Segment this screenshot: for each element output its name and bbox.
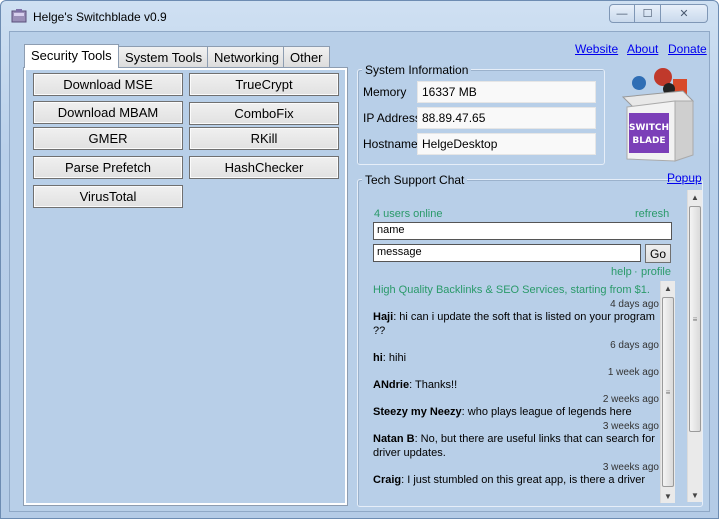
chat-message: 6 days ago hi: hihi xyxy=(373,340,659,365)
message-time: 6 days ago xyxy=(610,340,659,351)
title-bar[interactable]: Helge's Switchblade v0.9 — ☐ ✕ xyxy=(1,1,718,31)
link-separator: · xyxy=(634,266,638,278)
message-time: 1 week ago xyxy=(607,367,659,378)
hashchecker-button[interactable]: HashChecker xyxy=(189,156,339,179)
messages-scrollbar[interactable]: ▲ ≡ ▼ xyxy=(660,281,675,503)
scroll-down-icon[interactable]: ▼ xyxy=(661,489,675,503)
tab-label: Other xyxy=(290,50,323,65)
tab-other[interactable]: Other xyxy=(283,46,330,67)
rkill-button[interactable]: RKill xyxy=(189,127,339,150)
chat-message: 4 days ago Haji: hi can i update the sof… xyxy=(373,299,659,338)
website-link[interactable]: Website xyxy=(575,42,618,56)
go-button[interactable]: Go xyxy=(645,244,671,263)
tab-label: Security Tools xyxy=(31,48,112,63)
message-text: : No, but there are useful links that ca… xyxy=(373,433,655,459)
help-link[interactable]: help xyxy=(611,266,632,278)
chat-title: Tech Support Chat xyxy=(362,173,468,187)
message-user: Steezy my Neezy xyxy=(373,406,462,418)
gmer-button[interactable]: GMER xyxy=(33,127,183,150)
message-text: : who plays league of legends here xyxy=(461,406,632,418)
message-user: Haji xyxy=(373,311,394,323)
message-time: 4 days ago xyxy=(610,299,659,310)
chat-message: 3 weeks ago Natan B: No, but there are u… xyxy=(373,421,659,460)
chat-message: 1 week ago ANdrie: Thanks!! xyxy=(373,367,659,392)
donate-link[interactable]: Donate xyxy=(668,42,707,56)
scroll-up-icon[interactable]: ▲ xyxy=(688,190,702,204)
minimize-button[interactable]: — xyxy=(609,4,635,23)
chat-spam-message: High Quality Backlinks & SEO Services, s… xyxy=(373,284,650,296)
maximize-button[interactable]: ☐ xyxy=(635,4,661,23)
combofix-button[interactable]: ComboFix xyxy=(189,102,339,125)
scroll-down-icon[interactable]: ▼ xyxy=(688,488,702,502)
minimize-icon: — xyxy=(616,7,628,20)
maximize-icon: ☐ xyxy=(642,8,653,20)
message-time: 3 weeks ago xyxy=(602,462,659,473)
popup-link[interactable]: Popup xyxy=(667,171,702,185)
hostname-label: Hostname xyxy=(363,137,418,151)
hostname-value: HelgeDesktop xyxy=(417,133,596,155)
tab-label: Networking xyxy=(214,50,280,65)
memory-label: Memory xyxy=(363,85,407,99)
chat-message: 3 weeks ago Craig: I just stumbled on th… xyxy=(373,462,659,487)
memory-value: 16337 MB xyxy=(417,81,596,103)
message-time: 3 weeks ago xyxy=(602,421,659,432)
logo-text-line2: BLADE xyxy=(632,136,665,146)
scroll-thumb[interactable]: ≡ xyxy=(689,206,701,432)
message-text: : Thanks!! xyxy=(409,379,458,391)
close-button[interactable]: ✕ xyxy=(661,4,708,23)
users-online-text: 4 users online xyxy=(374,208,443,220)
scroll-thumb[interactable]: ≡ xyxy=(662,297,674,487)
scroll-up-icon[interactable]: ▲ xyxy=(661,281,675,295)
profile-link[interactable]: profile xyxy=(641,266,671,278)
message-user: Craig xyxy=(373,474,402,486)
message-user: ANdrie xyxy=(373,379,410,391)
chat-outer-scrollbar[interactable]: ▲ ≡ ▼ xyxy=(687,190,702,502)
logo-text-line1: SWITCH xyxy=(629,123,669,133)
tab-label: System Tools xyxy=(125,50,203,65)
main-window: Helge's Switchblade v0.9 — ☐ ✕ Security … xyxy=(0,0,719,519)
message-time: 2 weeks ago xyxy=(602,394,659,405)
message-user: Natan B xyxy=(373,433,415,445)
tab-networking[interactable]: Networking xyxy=(207,46,287,67)
about-link[interactable]: About xyxy=(627,42,658,56)
refresh-link[interactable]: refresh xyxy=(635,208,669,220)
tab-system-tools[interactable]: System Tools xyxy=(118,46,210,67)
virustotal-button[interactable]: VirusTotal xyxy=(33,185,183,208)
chat-message-input[interactable]: message xyxy=(373,244,641,262)
chat-name-input[interactable]: name xyxy=(373,222,672,240)
truecrypt-button[interactable]: TrueCrypt xyxy=(189,73,339,96)
ip-address-value: 88.89.47.65 xyxy=(417,107,596,129)
system-info-title: System Information xyxy=(362,63,472,77)
window-title: Helge's Switchblade v0.9 xyxy=(33,10,167,24)
tab-security-tools[interactable]: Security Tools xyxy=(24,44,119,68)
message-text: : I just stumbled on this great app, is … xyxy=(401,474,646,486)
grip-icon: ≡ xyxy=(665,387,671,397)
parse-prefetch-button[interactable]: Parse Prefetch xyxy=(33,156,183,179)
message-text: : hihi xyxy=(382,352,407,364)
app-icon xyxy=(11,9,27,23)
switchblade-logo: SWITCH BLADE xyxy=(621,68,695,162)
message-user: hi xyxy=(373,352,383,364)
download-mse-button[interactable]: Download MSE xyxy=(33,73,183,96)
close-icon: ✕ xyxy=(679,8,689,20)
chat-message: 2 weeks ago Steezy my Neezy: who plays l… xyxy=(373,394,659,419)
download-mbam-button[interactable]: Download MBAM xyxy=(33,101,183,124)
grip-icon: ≡ xyxy=(692,314,698,324)
message-text: : hi can i update the soft that is liste… xyxy=(373,311,655,337)
ip-address-label: IP Address xyxy=(363,111,421,125)
chat-messages: High Quality Backlinks & SEO Services, s… xyxy=(373,281,659,503)
